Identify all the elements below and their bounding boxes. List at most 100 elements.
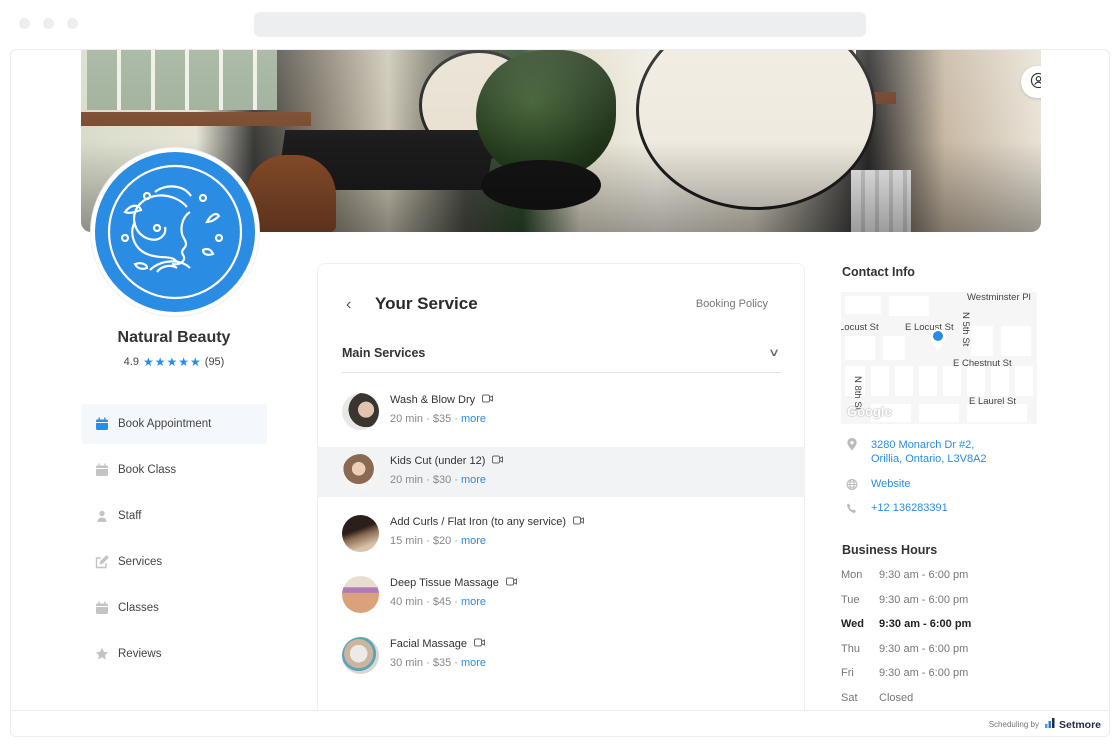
review-count: (95) (204, 356, 225, 368)
separator: · (426, 474, 430, 486)
service-price: $45 (432, 596, 452, 608)
rating-summary[interactable]: 4.9 ★ ★ ★ ★ ★ (95) (81, 356, 267, 368)
star-half-icon: ★ (190, 355, 201, 369)
address-link[interactable]: 3280 Monarch Dr #2, Orillia, Ontario, L3V… (845, 438, 987, 466)
separator: · (426, 535, 430, 547)
service-thumbnail (342, 392, 379, 430)
business-name: Natural Beauty (117, 329, 231, 346)
service-thumbnail (342, 575, 379, 613)
service-duration: 20 min (390, 474, 424, 486)
more-link[interactable]: more (461, 535, 486, 547)
map-pin-icon (929, 328, 947, 352)
video-icon (482, 394, 494, 406)
service-item[interactable]: Add Curls / Flat Iron (to any service) 1… (318, 508, 804, 558)
more-link[interactable]: more (461, 657, 486, 669)
separator: · (426, 413, 430, 425)
more-link[interactable]: more (461, 413, 486, 425)
website-link[interactable]: Website (845, 478, 911, 491)
sidebar-item-label: Reviews (118, 648, 162, 660)
business-hours-list: Mon 9:30 am - 6:00 pm Tue 9:30 am - 6:00 p… (841, 569, 1041, 716)
back-chevron-icon[interactable]: ‹ (346, 296, 351, 314)
window-maximize-dot[interactable] (67, 18, 78, 29)
phone-number: +12 136283391 (871, 502, 948, 514)
day-hours: 9:30 am - 6:00 pm (879, 667, 969, 679)
calendar-icon (95, 601, 109, 615)
sidebar-item-label: Staff (118, 510, 142, 522)
day-label: Mon (841, 569, 863, 581)
sidebar-item-classes[interactable]: Classes (81, 588, 267, 628)
map-street-label: E Laurel St (969, 396, 1016, 407)
star-icon: ★ (142, 355, 154, 369)
day-label: Thu (841, 642, 860, 655)
day-label: Tue (841, 593, 860, 606)
setmore-brand-link[interactable]: Setmore (1044, 718, 1101, 731)
video-icon (492, 455, 504, 467)
service-name: Facial Massage (390, 638, 468, 650)
separator: · (454, 657, 458, 669)
service-item[interactable]: Facial Massage 30 min · $35 · more (318, 630, 804, 680)
category-accordion[interactable]: Main Services ∨ (342, 346, 782, 373)
hours-row-wed: Wed 9:30 am - 6:00 pm (841, 618, 1041, 643)
service-thumbnail (342, 636, 379, 674)
address-line-1: 3280 Monarch Dr #2, (871, 439, 975, 451)
contact-info-heading: Contact Info (842, 265, 915, 279)
service-item[interactable]: Kids Cut (under 12) 20 min · $30 · more (318, 447, 804, 497)
video-icon (573, 516, 585, 528)
service-price: $20 (432, 535, 452, 547)
address-bar[interactable] (254, 12, 866, 37)
map-street-label: E Chestnut St (953, 358, 1012, 369)
video-icon (474, 638, 486, 650)
hours-row-mon: Mon 9:30 am - 6:00 pm (841, 569, 1041, 594)
service-item[interactable]: Wash & Blow Dry 20 min · $35 · more (318, 386, 804, 436)
booking-policy-link[interactable]: Booking Policy (696, 298, 768, 310)
service-panel: ‹ Your Service Booking Policy Main Servi… (317, 263, 805, 736)
service-name: Wash & Blow Dry (390, 394, 476, 406)
globe-icon (845, 478, 859, 491)
service-duration: 30 min (390, 657, 424, 669)
phone-link[interactable]: +12 136283391 (845, 502, 948, 515)
day-hours: 9:30 am - 6:00 pm (879, 642, 969, 655)
star-icon (95, 647, 109, 661)
location-map[interactable]: Westminster Pl Locust St E Locust St N 5… (841, 292, 1037, 424)
map-street-label: Locust St (841, 322, 879, 333)
map-street-label: Westminster Pl (967, 292, 1031, 303)
map-street-label: N 5th St (960, 312, 971, 347)
separator: · (426, 657, 430, 669)
more-link[interactable]: more (461, 474, 486, 486)
sidebar-item-book-class[interactable]: Book Class (81, 450, 267, 490)
edit-icon (95, 555, 109, 569)
service-name: Kids Cut (under 12) (390, 455, 486, 467)
day-label: Fri (841, 667, 854, 679)
sidebar-item-label: Book Class (118, 464, 177, 476)
service-item[interactable]: Deep Tissue Massage 40 min · $45 · more (318, 569, 804, 619)
setmore-logo-icon (1044, 718, 1055, 731)
hours-row-tue: Tue 9:30 am - 6:00 pm (841, 594, 1041, 619)
sidebar-item-book-appointment[interactable]: Book Appointment (81, 404, 267, 444)
window-close-dot[interactable] (19, 18, 30, 29)
sidebar-item-label: Services (118, 556, 163, 568)
service-duration: 15 min (390, 535, 424, 547)
booking-page: Login Natural Beauty 4.9 ★★★★★ (95) (10, 49, 1110, 737)
day-hours: 9:30 am - 6:00 pm (879, 593, 969, 606)
separator: · (454, 535, 458, 547)
category-label: Main Services (342, 346, 426, 360)
day-hours: 9:30 am - 6:00 pm (879, 618, 972, 630)
sidebar-nav: Book Appointment Book Class Staff Servic… (81, 404, 267, 680)
location-pin-icon (845, 438, 859, 466)
service-price: $35 (432, 413, 452, 425)
window-minimize-dot[interactable] (43, 18, 54, 29)
sidebar-item-services[interactable]: Services (81, 542, 267, 582)
service-duration: 40 min (390, 596, 424, 608)
phone-icon (845, 502, 859, 515)
setmore-brand: Setmore (1058, 718, 1101, 731)
sidebar-item-reviews[interactable]: Reviews (81, 634, 267, 674)
sidebar-item-staff[interactable]: Staff (81, 496, 267, 536)
day-label: Wed (841, 618, 865, 630)
address-line-2: Orillia, Ontario, L3V8A2 (871, 453, 987, 465)
more-link[interactable]: more (461, 596, 486, 608)
video-icon (505, 577, 517, 589)
rating-value: 4.9 (123, 356, 139, 368)
service-thumbnail (342, 514, 379, 552)
website-label: Website (871, 478, 911, 490)
star-icon: ★ (178, 355, 190, 369)
